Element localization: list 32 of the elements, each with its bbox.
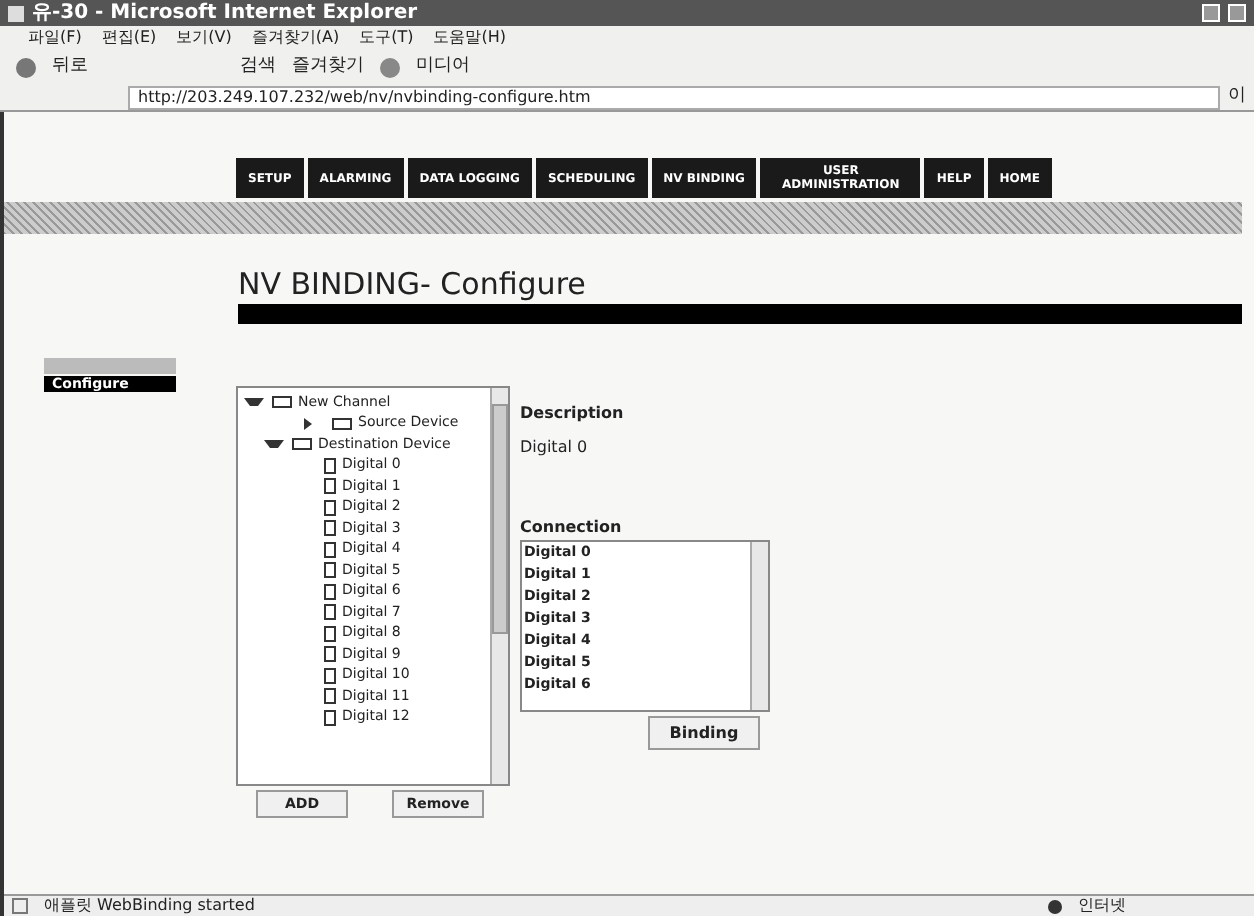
binding-button[interactable]: Binding bbox=[648, 716, 760, 750]
description-label: Description bbox=[520, 402, 626, 426]
expander-icon[interactable] bbox=[264, 440, 284, 449]
back-label[interactable]: 뒤로 bbox=[52, 53, 88, 81]
scrollbar[interactable] bbox=[750, 542, 768, 710]
globe-icon bbox=[1048, 899, 1062, 913]
scrollbar[interactable] bbox=[490, 388, 508, 784]
menu-item[interactable]: 편집(E) bbox=[101, 30, 157, 46]
favorites-label[interactable]: 즐겨찾기 bbox=[292, 53, 364, 81]
menu-item[interactable]: 즐겨찾기(A) bbox=[251, 30, 340, 46]
connection-label: Connection bbox=[520, 516, 624, 540]
back-icon[interactable] bbox=[16, 57, 36, 77]
status-text: 애플릿 WebBinding started bbox=[44, 894, 255, 916]
maximize-button[interactable] bbox=[1228, 4, 1246, 22]
go-button[interactable]: 이 bbox=[1228, 83, 1246, 111]
folder-icon bbox=[272, 396, 292, 409]
media-label[interactable]: 미디어 bbox=[416, 53, 470, 81]
search-label[interactable]: 검색 bbox=[240, 53, 276, 81]
zone-label: 인터넷 bbox=[1078, 894, 1126, 916]
expander-icon[interactable] bbox=[244, 398, 264, 407]
window-icon bbox=[8, 5, 24, 21]
menu-item[interactable]: 도움말(H) bbox=[433, 30, 506, 46]
page-heading: NV BINDING- Configure bbox=[238, 266, 588, 302]
menu-item[interactable]: 파일(F) bbox=[28, 30, 82, 46]
menu-item[interactable]: 도구(T) bbox=[359, 30, 414, 46]
address-field[interactable]: http://203.249.107.232/web/nv/nvbinding-configure.htm bbox=[128, 85, 1220, 109]
menu-item[interactable]: 보기(V) bbox=[176, 30, 232, 46]
window-title: 유-30 - Microsoft Internet Explorer bbox=[32, 3, 418, 23]
page-icon bbox=[12, 898, 28, 914]
globe-icon[interactable] bbox=[380, 57, 400, 77]
minimize-button[interactable] bbox=[1202, 4, 1220, 22]
description-value: Digital 0 bbox=[520, 436, 590, 460]
